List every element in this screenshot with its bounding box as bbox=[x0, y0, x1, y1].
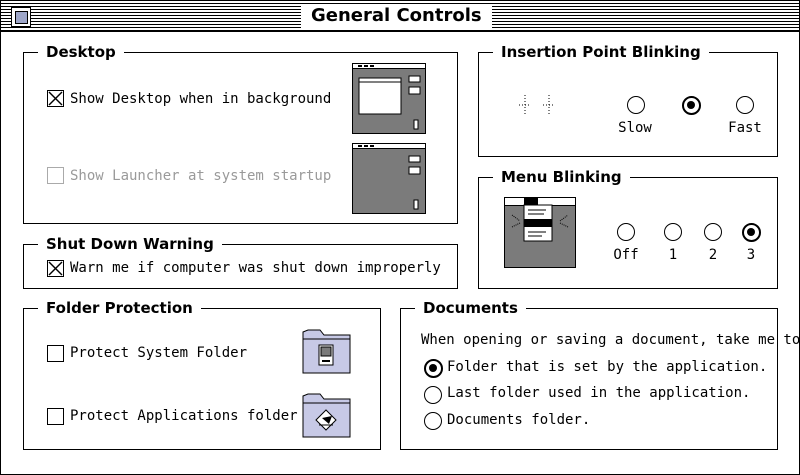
insertion-slow-radio[interactable] bbox=[627, 96, 645, 114]
show-desktop-checkbox[interactable] bbox=[47, 90, 64, 107]
insertion-fast-label: Fast bbox=[728, 120, 762, 136]
menu-blink-off-radio[interactable] bbox=[617, 223, 635, 241]
documents-prompt: When opening or saving a document, take … bbox=[421, 332, 800, 348]
insertion-point-group-title: Insertion Point Blinking bbox=[493, 42, 709, 62]
window-title: General Controls bbox=[301, 4, 492, 28]
desktop-shown-preview-icon bbox=[352, 63, 426, 134]
radio-dot bbox=[429, 364, 437, 372]
documents-app-folder-label[interactable]: Folder that is set by the application. bbox=[447, 358, 767, 376]
applications-folder-icon bbox=[302, 393, 351, 438]
checkbox-x-mark bbox=[48, 261, 63, 276]
desktop-group-title: Desktop bbox=[38, 42, 124, 62]
menu-blink-1-radio[interactable] bbox=[664, 223, 682, 241]
insertion-slow-label: Slow bbox=[618, 120, 652, 136]
insertion-medium-radio[interactable] bbox=[682, 96, 701, 115]
general-controls-window: General Controls Desktop Show Desktop wh… bbox=[0, 0, 800, 475]
documents-last-folder-radio[interactable] bbox=[424, 386, 442, 404]
radio-dot bbox=[747, 228, 755, 236]
shutdown-warning-checkbox[interactable] bbox=[47, 260, 64, 277]
menu-blink-2-radio[interactable] bbox=[704, 223, 722, 241]
menu-blink-3-radio[interactable] bbox=[742, 223, 761, 242]
insertion-fast-radio[interactable] bbox=[736, 96, 754, 114]
shutdown-warning-label[interactable]: Warn me if computer was shut down improp… bbox=[70, 259, 441, 277]
checkbox-x-mark bbox=[48, 91, 63, 106]
documents-app-folder-radio[interactable] bbox=[424, 359, 443, 378]
documents-group-title: Documents bbox=[415, 298, 526, 318]
shutdown-warning-group-title: Shut Down Warning bbox=[38, 234, 222, 254]
menu-blinking-icon bbox=[504, 197, 576, 268]
documents-folder-radio[interactable] bbox=[424, 412, 442, 430]
documents-folder-label[interactable]: Documents folder. bbox=[447, 411, 590, 429]
protect-system-checkbox[interactable] bbox=[47, 345, 64, 362]
show-launcher-label: Show Launcher at system startup bbox=[70, 168, 332, 184]
protect-apps-label[interactable]: Protect Applications folder bbox=[70, 407, 298, 425]
insertion-point-group: Insertion Point Blinking Slow Fast bbox=[478, 42, 778, 157]
protect-system-label[interactable]: Protect System Folder bbox=[70, 344, 247, 362]
menu-blinking-group: Menu Blinking Off 1 2 3 bbox=[478, 167, 778, 289]
menu-blink-off-label: Off bbox=[613, 247, 639, 263]
shutdown-warning-group: Shut Down Warning Warn me if computer wa… bbox=[23, 234, 458, 289]
folder-protection-group: Folder Protection Protect System Folder … bbox=[23, 298, 381, 450]
menu-blink-2-label: 2 bbox=[708, 247, 718, 263]
protect-apps-checkbox[interactable] bbox=[47, 408, 64, 425]
system-folder-icon bbox=[302, 329, 351, 374]
close-box[interactable] bbox=[11, 7, 31, 27]
title-bar[interactable]: General Controls bbox=[1, 1, 799, 32]
radio-dot bbox=[687, 101, 695, 109]
desktop-group: Desktop Show Desktop when in background … bbox=[23, 42, 458, 224]
menu-blinking-group-title: Menu Blinking bbox=[493, 167, 630, 187]
menu-blink-1-label: 1 bbox=[668, 247, 678, 263]
documents-group: Documents When opening or saving a docum… bbox=[400, 298, 800, 450]
folder-protection-group-title: Folder Protection bbox=[38, 298, 201, 318]
desktop-hidden-preview-icon bbox=[352, 143, 426, 214]
menu-blink-3-label: 3 bbox=[746, 247, 756, 263]
show-launcher-checkbox bbox=[47, 167, 64, 184]
show-desktop-label[interactable]: Show Desktop when in background bbox=[70, 90, 331, 108]
close-box-inner bbox=[15, 11, 28, 24]
blinking-cursor-icon bbox=[519, 95, 555, 115]
documents-last-folder-label[interactable]: Last folder used in the application. bbox=[447, 384, 750, 402]
